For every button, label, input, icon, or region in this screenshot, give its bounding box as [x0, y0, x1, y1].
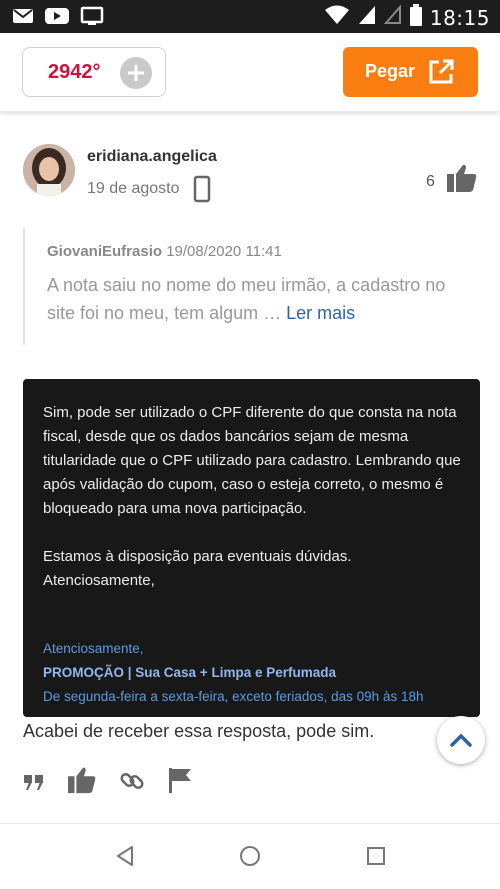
back-icon[interactable] — [113, 844, 137, 873]
quoted-comment: GiovaniEufrasio 19/08/2020 11:41 A nota … — [23, 228, 463, 345]
screenshot-text: Sim, pode ser utilizado o CPF diferente … — [43, 401, 463, 593]
android-nav-bar — [0, 823, 500, 889]
signal-empty-icon — [383, 4, 402, 30]
get-deal-label: Pegar — [365, 61, 416, 81]
signature-line: Atenciosamente, — [43, 641, 144, 656]
status-time: 18:15 — [429, 5, 490, 30]
recents-icon[interactable] — [364, 844, 388, 873]
screenshot-paragraph: Sim, pode ser utilizado o CPF diferente … — [43, 404, 461, 517]
quote-username[interactable]: GiovaniEufrasio — [47, 243, 162, 260]
battery-icon — [409, 4, 422, 31]
screenshot-paragraph: Atenciosamente, — [43, 572, 155, 589]
temperature-widget: 2942° — [22, 47, 166, 97]
like-count: 6 — [426, 173, 435, 190]
signal-icon — [358, 5, 376, 30]
like-icon[interactable] — [446, 163, 478, 198]
quote-header: GiovaniEufrasio 19/08/2020 11:41 — [47, 243, 282, 260]
like-icon[interactable] — [67, 766, 97, 799]
comment-body: Acabei de receber essa resposta, pode si… — [23, 721, 375, 741]
mail-icon — [12, 7, 34, 30]
signature-line: PROMOÇÃO | Sua Casa + Limpa e Perfumada — [43, 665, 336, 680]
scroll-to-top-button[interactable] — [437, 716, 485, 764]
read-more-link[interactable]: Ler mais — [286, 303, 355, 323]
vote-up-button[interactable] — [120, 57, 152, 89]
link-icon[interactable] — [119, 768, 145, 799]
screenshot-paragraph: Estamos à disposição para eventuais dúvi… — [43, 548, 352, 565]
avatar[interactable] — [23, 144, 75, 196]
signature-line: De segunda-feira a sexta-feira, exceto f… — [43, 689, 424, 704]
comment-date: 19 de agosto — [87, 180, 180, 197]
get-deal-button[interactable]: Pegar — [343, 47, 478, 97]
external-link-icon — [427, 58, 455, 91]
comment-username[interactable]: eridiana.angelica — [87, 148, 217, 166]
quote-timestamp: 19/08/2020 11:41 — [166, 243, 282, 260]
quote-body: A nota saiu no nome do meu irmão, a cada… — [47, 275, 446, 323]
deal-header: 2942° Pegar — [0, 33, 500, 111]
home-icon[interactable] — [238, 844, 262, 873]
status-bar: 18:15 — [0, 0, 500, 33]
quote-text: A nota saiu no nome do meu irmão, a cada… — [47, 271, 467, 327]
screenshot-signature: Atenciosamente, PROMOÇÃO | Sua Casa + Li… — [43, 637, 473, 709]
flag-icon[interactable] — [167, 766, 193, 799]
wifi-icon — [324, 5, 350, 30]
plus-icon — [128, 65, 144, 81]
quote-icon[interactable] — [23, 773, 45, 796]
youtube-icon — [44, 7, 70, 30]
mobile-phone-icon — [193, 175, 211, 208]
cast-icon — [80, 6, 104, 31]
temperature-value: 2942° — [48, 61, 101, 83]
chevron-up-icon — [450, 733, 472, 747]
attached-screenshot[interactable]: Sim, pode ser utilizado o CPF diferente … — [23, 379, 480, 717]
